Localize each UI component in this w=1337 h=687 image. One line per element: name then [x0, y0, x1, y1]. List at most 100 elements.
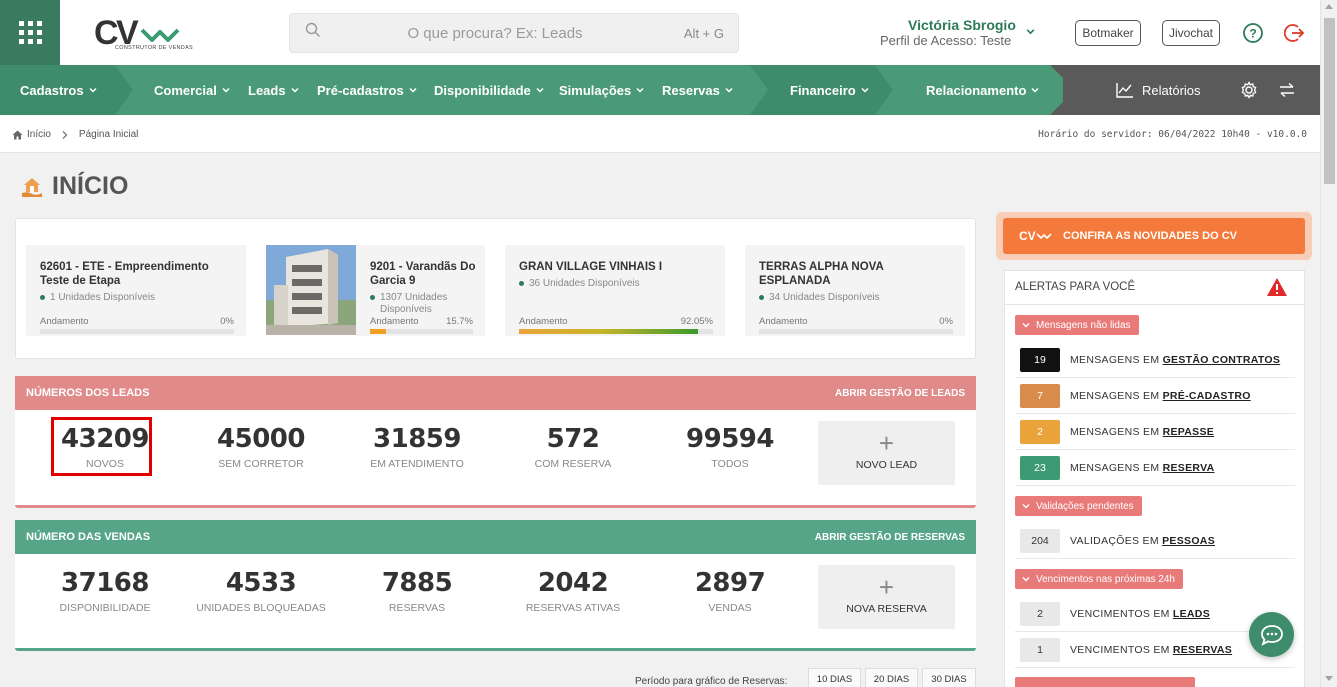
scroll-down-arrow[interactable] — [1325, 676, 1333, 681]
alert-row[interactable]: 19 MENSAGENS EM GESTÃO CONTRATOS — [1015, 342, 1295, 378]
news-button[interactable]: CV CONFIRA AS NOVIDADES DO CV — [1003, 218, 1305, 254]
page-scrollbar[interactable] — [1320, 0, 1337, 687]
chevron-down-icon — [1022, 577, 1030, 582]
alert-link[interactable]: PRÉ-CADASTRO — [1163, 390, 1251, 402]
nav-financeiro[interactable]: Financeiro — [790, 65, 870, 115]
stat-unidades-bloqueadas[interactable]: 4533 UNIDADES BLOQUEADAS — [181, 568, 341, 614]
alert-link[interactable]: REPASSE — [1163, 426, 1215, 438]
grid-icon — [18, 21, 42, 44]
alert-link[interactable]: PESSOAS — [1162, 535, 1215, 547]
open-leads-link[interactable]: ABRIR GESTÃO DE LEADS — [835, 388, 965, 399]
plus-icon: + — [878, 572, 895, 602]
sales-header: NÚMERO DAS VENDAS ABRIR GESTÃO DE RESERV… — [15, 520, 976, 554]
alert-row[interactable]: 23 MENSAGENS EM RESERVA — [1015, 450, 1295, 486]
alert-group-unread-messages[interactable]: Mensagens não lidas — [1015, 315, 1139, 335]
botmaker-button[interactable]: Botmaker — [1075, 20, 1141, 46]
progress-value: 0% — [939, 316, 953, 327]
user-name[interactable]: Victória Sbrogio — [908, 17, 1016, 33]
stat-reservas-ativas[interactable]: 2042 RESERVAS ATIVAS — [493, 568, 653, 614]
enterprise-card[interactable]: 9201 - Varandãs Do Garcia 9 1307 Unidade… — [356, 245, 485, 336]
enterprise-card[interactable]: 62601 - ETE - Empreendimento Teste de Et… — [26, 245, 246, 336]
alert-group-label: Vencimentos nas próximas 24h — [1036, 573, 1175, 585]
alert-link[interactable]: RESERVA — [1163, 462, 1215, 474]
chat-button[interactable] — [1249, 612, 1294, 657]
stat-value: 2897 — [694, 568, 766, 598]
alert-link[interactable]: LEADS — [1173, 608, 1210, 620]
enterprise-photo[interactable] — [266, 245, 356, 335]
stat-value: 99594 — [686, 424, 774, 454]
alert-group-label: Mensagens não lidas — [1036, 319, 1131, 331]
scroll-up-arrow[interactable] — [1325, 4, 1333, 9]
alert-group-next[interactable] — [1015, 677, 1195, 687]
progress-bar — [40, 329, 234, 334]
new-lead-button[interactable]: + NOVO LEAD — [818, 421, 955, 485]
stat-em-atendimento[interactable]: 31859 EM ATENDIMENTO — [337, 424, 497, 470]
enterprise-units: 36 Unidades Disponíveis — [519, 278, 640, 290]
nav-simulacoes-label: Simulações — [559, 82, 632, 98]
nav-pre-cadastros[interactable]: Pré-cadastros — [317, 65, 418, 115]
alert-count: 2 — [1020, 419, 1060, 444]
help-icon[interactable]: ? — [1242, 22, 1264, 44]
alerts-header: ALERTAS PARA VOCÊ — [1005, 271, 1304, 305]
alert-count: 23 — [1020, 455, 1060, 480]
nav-cadastros-label: Cadastros — [20, 82, 84, 98]
leads-panel: NÚMEROS DOS LEADS ABRIR GESTÃO DE LEADS … — [15, 376, 976, 508]
nav-leads[interactable]: Leads — [248, 65, 300, 115]
nav-leads-label: Leads — [248, 82, 286, 98]
enterprise-units: 34 Unidades Disponíveis — [759, 292, 880, 304]
stat-reservas[interactable]: 7885 RESERVAS — [337, 568, 497, 614]
swap-icon[interactable] — [1278, 82, 1296, 98]
nav-disponibilidade[interactable]: Disponibilidade — [434, 65, 545, 115]
period-10-days[interactable]: 10 DIAS — [808, 668, 861, 687]
leads-header: NÚMEROS DOS LEADS ABRIR GESTÃO DE LEADS — [15, 376, 976, 410]
nav-relacionamento-label: Relacionamento — [926, 82, 1027, 98]
status-dot — [370, 295, 375, 300]
enterprise-card[interactable]: GRAN VILLAGE VINHAIS I 36 Unidades Dispo… — [505, 245, 725, 336]
stat-disponibilidade[interactable]: 37168 DISPONIBILIDADE — [25, 568, 185, 614]
alert-group-pending-validations[interactable]: Validações pendentes — [1015, 496, 1142, 516]
nav-comercial[interactable]: Comercial — [154, 65, 231, 115]
search-input[interactable] — [330, 14, 660, 52]
progress-bar — [759, 329, 953, 334]
page-title: INÍCIO — [52, 172, 129, 200]
stat-todos[interactable]: 99594 TODOS — [650, 424, 810, 470]
nav-reservas[interactable]: Reservas — [662, 65, 734, 115]
breadcrumb-home[interactable]: Início — [27, 129, 51, 140]
search-icon — [305, 22, 320, 37]
gear-icon[interactable] — [1240, 81, 1258, 99]
enterprise-card[interactable]: TERRAS ALPHA NOVA ESPLANADA 34 Unidades … — [745, 245, 965, 336]
nav-simulacoes[interactable]: Simulações — [559, 65, 645, 115]
alert-row[interactable]: 7 MENSAGENS EM PRÉ-CADASTRO — [1015, 378, 1295, 414]
enterprise-name: 9201 - Varandãs Do Garcia 9 — [370, 261, 476, 287]
alert-text: MENSAGENS EM GESTÃO CONTRATOS — [1070, 354, 1280, 366]
new-reservation-button[interactable]: + NOVA RESERVA — [818, 565, 955, 629]
logout-icon[interactable] — [1284, 22, 1306, 44]
nav-relacionamento[interactable]: Relacionamento — [926, 65, 1040, 115]
stat-sem-corretor[interactable]: 45000 SEM CORRETOR — [181, 424, 341, 470]
scrollbar-thumb[interactable] — [1324, 18, 1335, 184]
alert-group-due-24h[interactable]: Vencimentos nas próximas 24h — [1015, 569, 1183, 589]
search-box[interactable]: Alt + G — [289, 13, 739, 53]
breadcrumb-current: Página Inicial — [78, 129, 139, 140]
apps-menu-button[interactable] — [0, 0, 60, 65]
stat-label: EM ATENDIMENTO — [370, 458, 464, 470]
nav-relatorios[interactable]: Relatórios — [1116, 65, 1201, 115]
stat-com-reserva[interactable]: 572 COM RESERVA — [493, 424, 653, 470]
alert-link[interactable]: RESERVAS — [1173, 644, 1232, 656]
alert-row[interactable]: 204 VALIDAÇÕES EM PESSOAS — [1015, 523, 1295, 559]
warning-icon — [1267, 278, 1287, 296]
alert-link[interactable]: GESTÃO CONTRATOS — [1163, 354, 1281, 366]
period-label: Período para gráfico de Reservas: — [635, 676, 788, 687]
stat-vendas[interactable]: 2897 VENDAS — [650, 568, 810, 614]
period-30-days[interactable]: 30 DIAS — [922, 668, 976, 687]
nav-cadastros[interactable]: Cadastros — [20, 65, 98, 115]
jivochat-button[interactable]: Jivochat — [1162, 20, 1220, 46]
chevron-down-icon[interactable] — [1025, 26, 1036, 37]
alert-row[interactable]: 2 MENSAGENS EM REPASSE — [1015, 414, 1295, 450]
chevron-down-icon — [1022, 504, 1030, 509]
server-time: Horário do servidor: 06/04/2022 10h40 - … — [1038, 129, 1307, 140]
news-label: CONFIRA AS NOVIDADES DO CV — [1063, 230, 1237, 242]
svg-text:?: ? — [1249, 27, 1256, 41]
period-20-days[interactable]: 20 DIAS — [865, 668, 918, 687]
open-reservations-link[interactable]: ABRIR GESTÃO DE RESERVAS — [815, 532, 965, 543]
